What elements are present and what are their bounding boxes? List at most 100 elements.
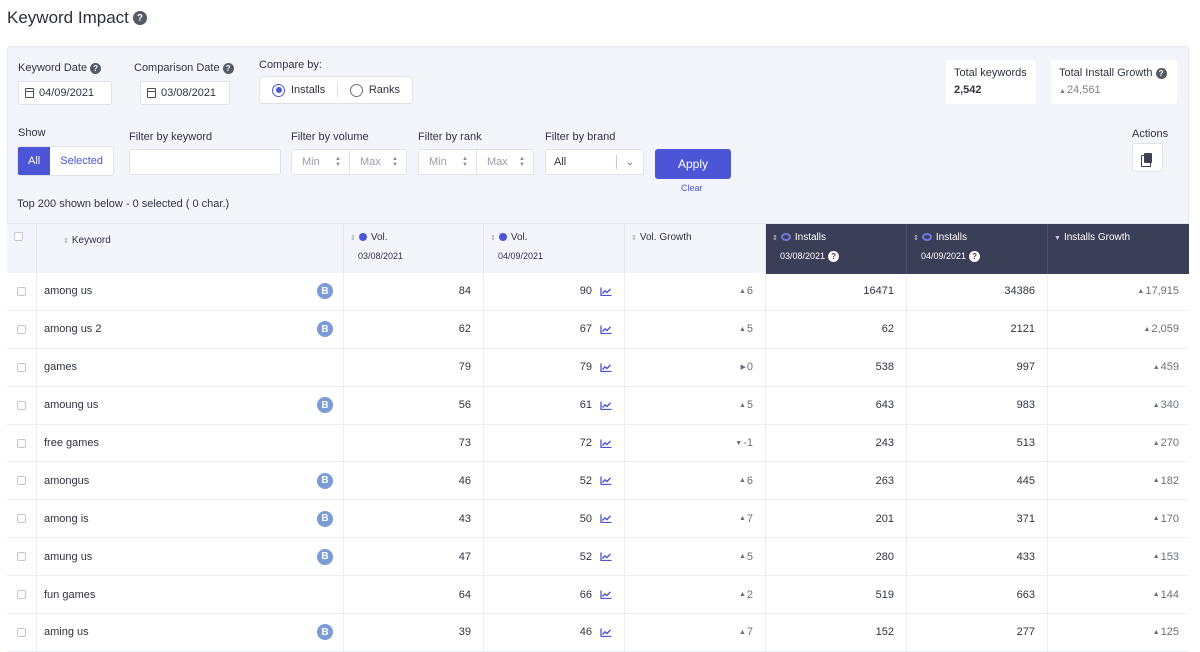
vol-growth-cell: ▲ 5 [625,386,766,424]
row-checkbox[interactable] [17,400,26,410]
apply-button[interactable]: Apply [655,149,731,179]
table-body: among us B 84 90 ▲ 6 16471 34386 ▲ 17,915 among us… [7,273,1189,652]
select-all-checkbox-cell [7,224,37,274]
vol-2-cell: 66 [484,576,625,614]
table-row[interactable]: games 79 79 ▶ 0 538 997 ▲ 459 [7,348,1189,387]
trend-chart-icon[interactable] [600,552,612,562]
brand-select[interactable]: All ⌄ [545,149,644,175]
trend-chart-icon[interactable] [600,401,612,410]
keyword-filter-input[interactable] [129,149,281,175]
sort-icon: ⇕ [350,235,356,242]
trend-chart-icon[interactable] [600,287,612,296]
row-checkbox[interactable] [17,514,26,524]
copy-icon [1140,152,1152,167]
up-arrow-icon: ▲ [1152,401,1160,409]
clear-link[interactable]: Clear [681,183,703,193]
installs-1-cell: 243 [766,424,907,462]
chevron-down-icon: ⌄ [625,156,635,168]
trend-chart-icon[interactable] [600,325,612,334]
table-row[interactable]: fun games 64 66 ▲ 2 519 663 ▲ 144 [7,576,1189,615]
installs-1-cell: 519 [766,576,907,614]
compare-option-ranks[interactable]: Ranks [338,77,412,103]
vol-2-cell: 79 [484,348,625,386]
table-row[interactable]: free games 73 72 ▼ -1 243 513 ▲ 270 [7,424,1189,463]
vol-1-cell: 56 [344,386,484,424]
installs-growth-cell: ▲ 459 [1152,361,1179,374]
table-row[interactable]: among us B 84 90 ▲ 6 16471 34386 ▲ 17,915 [7,273,1189,311]
col-keyword[interactable]: ⇕ Keyword [37,224,344,274]
rank-max-input[interactable]: Max ▲ ▼ [476,150,533,174]
installs-1-cell: 280 [766,538,907,576]
trend-chart-icon[interactable] [600,590,612,600]
sort-icon: ⇕ [63,238,69,245]
installs-growth-cell: ▲ 125 [1152,626,1179,639]
table-row[interactable]: among is B 43 50 ▲ 7 201 371 ▲ 170 [7,500,1189,539]
help-icon[interactable]: ? [828,251,840,263]
row-checkbox[interactable] [17,627,26,637]
vol-2-cell: 50 [484,500,625,538]
table-row[interactable]: amung us B 47 52 ▲ 5 280 433 ▲ 153 [7,538,1189,577]
flat-arrow-icon: ▶ [740,364,746,372]
table-row[interactable]: amoung us B 56 61 ▲ 5 643 983 ▲ 340 [7,386,1189,425]
col-vol-2[interactable]: ⇕ Vol. 04/09/2021 [484,224,625,274]
row-checkbox[interactable] [17,552,26,562]
trend-chart-icon[interactable] [600,439,612,448]
col-installs-growth[interactable]: ▼ Installs Growth [1048,224,1189,274]
vol-growth-cell: ▲ 2 [625,576,766,614]
installs-2-cell: 2121 [907,310,1048,348]
row-checkbox[interactable] [17,324,26,334]
vol-2-cell: 61 [484,386,625,424]
help-icon[interactable]: ? [132,11,147,25]
show-all-button[interactable]: All [18,147,51,175]
row-checkbox[interactable] [17,476,26,486]
row-checkbox[interactable] [17,590,26,600]
volume-max-input[interactable]: Max ▲ ▼ [349,150,406,174]
stepper-icon[interactable]: ▲ ▼ [519,156,525,168]
rank-range: Min ▲ ▼ Max ▲ ▼ [418,149,534,175]
copy-button[interactable] [1132,143,1163,172]
keyword-date-picker[interactable]: 04/09/2021 [18,81,112,105]
brand-badge-icon: B [317,510,333,527]
keyword-text: amung us [44,550,93,563]
series-ring-icon [921,233,932,241]
table-row[interactable]: aming us B 39 46 ▲ 7 152 277 ▲ 125 [7,614,1189,652]
row-checkbox[interactable] [17,286,26,296]
help-icon[interactable]: ? [90,62,102,74]
stepper-icon[interactable]: ▲ ▼ [462,156,468,168]
help-icon[interactable]: ? [222,62,234,74]
trend-chart-icon[interactable] [600,514,612,524]
col-vol-growth[interactable]: ⇕ Vol. Growth [625,224,766,274]
comparison-date-picker[interactable]: 03/08/2021 [140,81,230,105]
volume-min-input[interactable]: Min ▲ ▼ [292,150,349,174]
row-checkbox[interactable] [17,362,26,372]
total-install-growth-card: Total Install Growth? ▲24,561 [1051,60,1177,104]
trend-chart-icon[interactable] [600,363,612,372]
stepper-icon[interactable]: ▲ ▼ [392,156,398,168]
help-icon[interactable]: ? [969,251,981,263]
compare-option-installs[interactable]: Installs [260,77,337,103]
stepper-icon[interactable]: ▲ ▼ [335,156,341,168]
col-installs-1[interactable]: ⇕ Installs 03/08/2021? [766,224,907,274]
trend-chart-icon[interactable] [600,628,612,637]
row-checkbox-cell [7,348,37,386]
keyword-text: aming us [44,626,89,639]
sort-icon: ⇕ [631,235,637,242]
row-checkbox[interactable] [17,438,26,448]
keyword-text: amongus [44,474,90,487]
up-arrow-icon: ▲ [1152,591,1160,599]
table-row[interactable]: amongus B 46 52 ▲ 6 263 445 ▲ 182 [7,462,1189,501]
rank-min-input[interactable]: Min ▲ ▼ [419,150,476,174]
vol-1-cell: 46 [344,462,484,500]
col-installs-2[interactable]: ⇕ Installs 04/09/2021? [907,224,1048,274]
help-icon[interactable]: ? [1155,67,1167,79]
show-selected-button[interactable]: Selected [50,147,113,175]
select-all-checkbox[interactable] [14,232,23,241]
trend-chart-icon[interactable] [600,476,612,486]
calendar-icon [25,88,34,98]
table-row[interactable]: among us 2 B 62 67 ▲ 5 62 2121 ▲ 2,059 [7,310,1189,349]
up-arrow-icon: ▲ [1152,439,1160,447]
keyword-text: among us [44,285,93,298]
total-install-growth-value: ▲24,561 [1059,84,1101,96]
col-vol-1[interactable]: ⇕ Vol. 03/08/2021 [344,224,484,274]
up-arrow-icon: ▲ [1059,88,1066,95]
